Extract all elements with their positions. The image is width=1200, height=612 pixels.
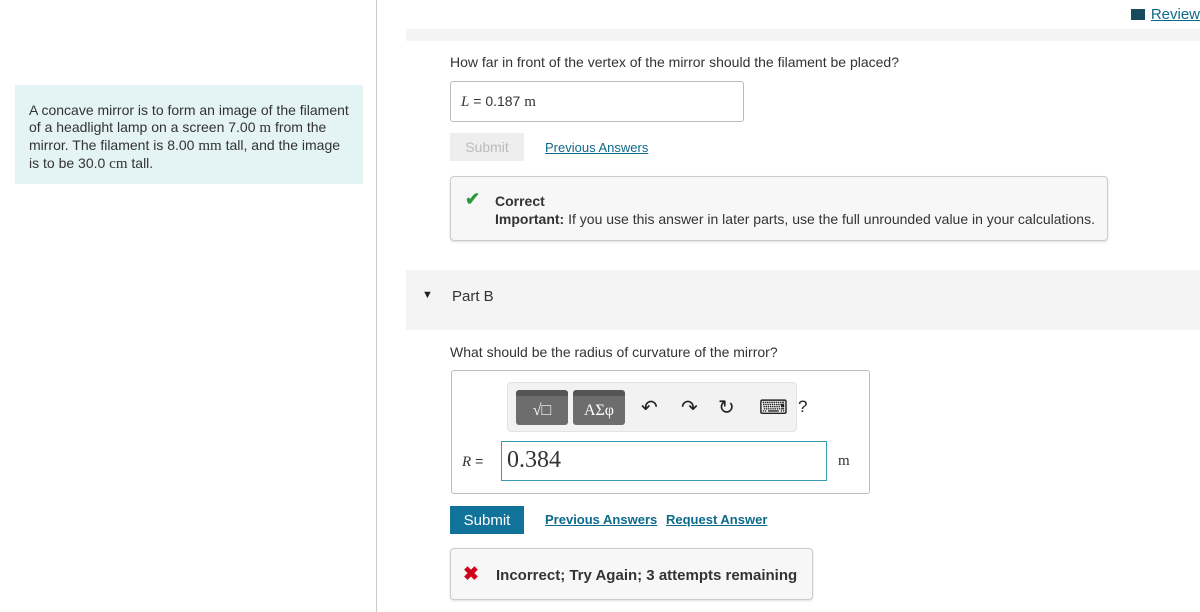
problem-statement: A concave mirror is to form an image of … (15, 85, 363, 184)
request-answer-link[interactable]: Request Answer (666, 512, 767, 527)
important-label: Important: (495, 211, 565, 227)
unit: m (524, 94, 536, 110)
part-b-question: What should be the radius of curvature o… (450, 344, 778, 360)
help-icon[interactable]: ? (798, 397, 807, 417)
previous-answers-link[interactable]: Previous Answers (545, 512, 657, 527)
answer-editor: √□ ΑΣφ ↶ ↷ ↻ ⌨ ? R = 0.384 m (451, 370, 870, 494)
unit: cm (109, 156, 128, 172)
review-link[interactable]: Review (1130, 6, 1200, 23)
part-a-answer: L = 0.187 m (450, 81, 744, 122)
redo-icon[interactable]: ↷ (681, 395, 698, 420)
greek-symbols-button[interactable]: ΑΣφ (573, 390, 625, 425)
feedback-status: Correct (495, 193, 545, 209)
equals: = (475, 453, 484, 469)
submit-button[interactable]: Submit (450, 506, 524, 534)
caret-down-icon: ▼ (422, 289, 433, 301)
submit-button-disabled: Submit (450, 133, 524, 161)
part-b-title: Part B (452, 288, 494, 305)
important-text: If you use this answer in later parts, u… (564, 211, 1095, 227)
correct-feedback: ✔ Correct Important: If you use this ans… (450, 176, 1108, 241)
review-label: Review (1150, 6, 1200, 23)
answer-value: 0.187 (485, 93, 521, 109)
part-a-question: How far in front of the vertex of the mi… (450, 54, 900, 70)
book-icon (1130, 9, 1147, 20)
feedback-text: Incorrect; Try Again; 3 attempts remaini… (496, 567, 798, 584)
previous-answers-link[interactable]: Previous Answers (545, 140, 648, 155)
variable: R (462, 454, 472, 470)
equals: = (473, 93, 482, 109)
check-icon: ✔ (465, 189, 481, 209)
math-toolbar: √□ ΑΣφ ↶ ↷ ↻ ⌨ ? (507, 382, 807, 432)
x-icon: ✖ (463, 564, 479, 585)
incorrect-feedback: ✖ Incorrect; Try Again; 3 attempts remai… (450, 548, 813, 600)
divider-band (406, 29, 1200, 41)
unit: m (259, 120, 272, 136)
undo-icon[interactable]: ↶ (641, 395, 658, 420)
unit: m (838, 453, 850, 469)
keyboard-icon[interactable]: ⌨ (759, 395, 788, 420)
problem-panel: A concave mirror is to form an image of … (0, 0, 377, 612)
answer-input[interactable]: 0.384 (501, 441, 827, 481)
part-b-header[interactable]: ▼ Part B (406, 270, 1200, 330)
templates-button[interactable]: √□ (516, 390, 568, 425)
reset-icon[interactable]: ↻ (718, 395, 735, 420)
unit: mm (198, 138, 222, 154)
problem-text: tall. (127, 155, 154, 171)
variable: L (461, 94, 470, 110)
